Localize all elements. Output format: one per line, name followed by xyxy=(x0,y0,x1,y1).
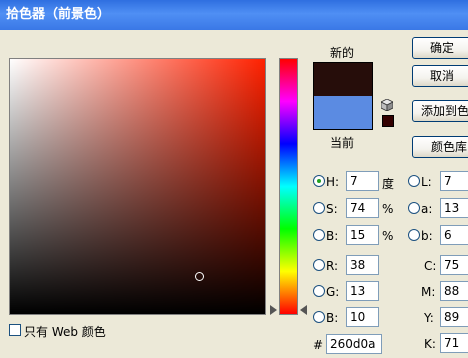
color-field[interactable] xyxy=(9,58,266,315)
picker-cursor[interactable] xyxy=(195,272,204,281)
m-input[interactable]: 88 xyxy=(440,281,468,301)
current-color-label: 当前 xyxy=(330,136,355,150)
hue-slider-arrow-left-icon[interactable] xyxy=(270,305,277,315)
b-hsb-unit: % xyxy=(382,229,394,243)
radio-g[interactable] xyxy=(313,285,325,297)
web-only-label: 只有 Web 颜色 xyxy=(24,325,106,339)
color-libraries-button[interactable]: 颜色库 xyxy=(412,136,468,158)
r-input[interactable]: 38 xyxy=(346,255,379,275)
r-label: R: xyxy=(326,259,339,273)
l-input[interactable]: 7 xyxy=(440,171,468,191)
k-label: K: xyxy=(424,337,436,351)
c-label: C: xyxy=(424,259,437,273)
h-unit: 度 xyxy=(382,177,395,191)
radio-b-rgb[interactable] xyxy=(313,311,325,323)
y-input[interactable]: 89 xyxy=(440,307,468,327)
radio-l[interactable] xyxy=(408,175,420,187)
b-lab-label: b: xyxy=(421,229,433,243)
h-input[interactable]: 7 xyxy=(346,171,379,191)
b-rgb-input[interactable]: 10 xyxy=(346,307,379,327)
window-title: 拾色器（前景色） xyxy=(6,7,111,22)
g-input[interactable]: 13 xyxy=(346,281,379,301)
g-label: G: xyxy=(326,285,340,299)
m-label: M: xyxy=(421,285,436,299)
add-to-swatches-button[interactable]: 添加到色 xyxy=(412,100,468,122)
web-safe-cube-icon[interactable] xyxy=(381,99,393,111)
hex-hash-label: # xyxy=(313,338,324,352)
s-label: S: xyxy=(326,202,338,216)
b-hsb-input[interactable]: 15 xyxy=(346,225,379,245)
radio-s[interactable] xyxy=(313,202,325,214)
web-only-checkbox[interactable] xyxy=(9,324,21,336)
web-safe-swatch[interactable] xyxy=(382,115,394,127)
radio-b-lab[interactable] xyxy=(408,229,420,241)
cancel-button[interactable]: 取消 xyxy=(412,65,468,87)
s-unit: % xyxy=(382,202,394,216)
new-color-label: 新的 xyxy=(330,46,355,60)
hex-input[interactable]: 260d0a xyxy=(326,334,382,354)
b-hsb-label: B: xyxy=(326,229,339,243)
a-label: a: xyxy=(421,202,433,216)
radio-b-hsb[interactable] xyxy=(313,229,325,241)
radio-r[interactable] xyxy=(313,259,325,271)
l-label: L: xyxy=(421,175,432,189)
s-input[interactable]: 74 xyxy=(346,198,379,218)
window-titlebar[interactable]: 拾色器（前景色） xyxy=(0,0,468,30)
h-label: H: xyxy=(326,175,340,189)
hue-slider[interactable] xyxy=(279,58,298,315)
k-input[interactable]: 71 xyxy=(440,333,468,353)
ok-button[interactable]: 确定 xyxy=(412,37,468,59)
current-color-swatch[interactable] xyxy=(313,96,373,130)
y-label: Y: xyxy=(424,311,434,325)
hue-slider-arrow-right-icon[interactable] xyxy=(300,305,307,315)
new-color-swatch xyxy=(313,62,373,96)
b-lab-input[interactable]: 6 xyxy=(440,225,468,245)
c-input[interactable]: 75 xyxy=(440,255,468,275)
a-input[interactable]: 13 xyxy=(440,198,468,218)
b-rgb-label: B: xyxy=(326,311,339,325)
radio-h[interactable] xyxy=(313,175,325,187)
radio-a[interactable] xyxy=(408,202,420,214)
